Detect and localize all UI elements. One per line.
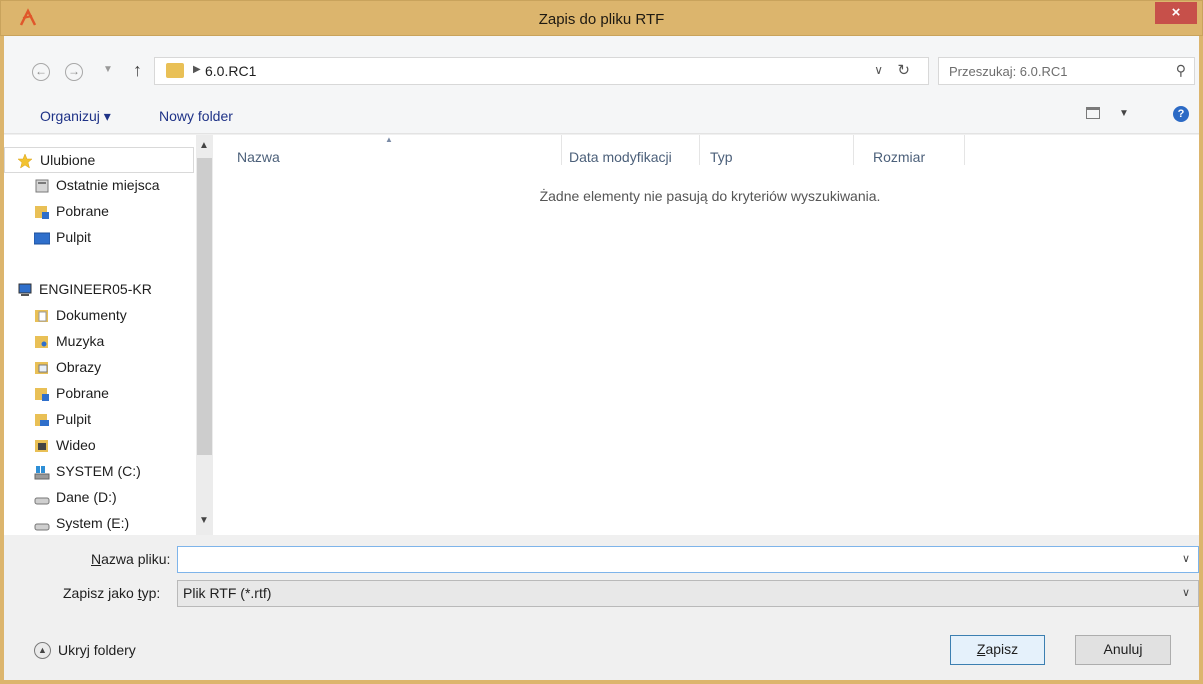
view-options-icon[interactable] [1086,107,1100,119]
column-divider[interactable] [561,135,562,165]
sidebar-item-label: SYSTEM (C:) [56,463,141,479]
desktop-icon [34,232,50,245]
sidebar-item-pictures[interactable]: Obrazy [4,355,194,381]
scroll-down-icon[interactable]: ▼ [199,515,209,526]
sidebar-item-drive-e[interactable]: System (E:) [4,511,194,535]
save-form: Nazwa pliku: ∨ Zapisz jako typ: Plik RTF… [4,535,1199,680]
sidebar-item-label: System (E:) [56,515,130,531]
sidebar-item-recent-places[interactable]: Ostatnie miejsca [4,173,194,199]
chevron-down-icon[interactable]: ∨ [1182,552,1190,565]
forward-button[interactable]: → [65,63,83,81]
pictures-folder-icon [35,362,48,374]
back-button[interactable]: ← [32,63,50,81]
sidebar-item-label: Pulpit [56,229,92,245]
refresh-icon[interactable]: ↻ [897,61,910,79]
star-icon [17,153,33,169]
system-drive-icon [34,466,50,480]
navigation-pane: Ulubione Ostatnie miejsca Pobrane Pulpit… [4,135,196,535]
sidebar-item-label: Dokumenty [56,307,127,323]
filetype-select[interactable]: Plik RTF (*.rtf) ∨ [177,580,1199,607]
sidebar-item-documents[interactable]: Dokumenty [4,303,194,329]
search-input[interactable]: Przeszukaj: 6.0.RC1 ⚲ [938,57,1195,85]
chevron-down-icon[interactable]: ∨ [1182,586,1190,599]
sidebar-item-favorites[interactable]: Ulubione [4,147,194,173]
sidebar-item-drive-c[interactable]: SYSTEM (C:) [4,459,194,485]
view-dropdown-icon[interactable]: ▼ [1119,108,1129,119]
column-header-size[interactable]: Rozmiar [873,149,925,165]
folder-icon [166,63,184,78]
cancel-button[interactable]: Anuluj [1075,635,1171,665]
scroll-up-icon[interactable]: ▲ [199,140,209,151]
sidebar-item-downloads-2[interactable]: Pobrane [4,381,194,407]
column-header-name[interactable]: Nazwa [237,149,280,165]
sidebar-item-label: Pobrane [56,203,109,219]
filename-label: Nazwa pliku: [91,551,171,567]
search-icon[interactable]: ⚲ [1176,62,1186,79]
sidebar-item-desktop[interactable]: Pulpit [4,225,194,251]
empty-results-message: Żadne elementy nie pasują do kryteriów w… [539,188,881,204]
column-divider[interactable] [853,135,854,165]
window-title: Zapis do pliku RTF [538,11,665,28]
downloads-folder-icon [35,388,49,401]
drive-icon [34,497,50,505]
collapse-icon: ▲ [34,642,51,659]
sidebar-item-label: Ulubione [40,152,96,168]
recent-locations-dropdown-icon[interactable]: ▼ [103,64,113,75]
filetype-value: Plik RTF (*.rtf) [183,585,272,601]
save-button[interactable]: Zapisz [950,635,1045,665]
sidebar-item-label: ENGINEER05-KR [39,281,152,297]
downloads-folder-icon [35,206,49,219]
sidebar-item-video[interactable]: Wideo [4,433,194,459]
sort-ascending-icon: ▲ [385,135,393,144]
address-bar[interactable]: ▶ 6.0.RC1 ∨ ↻ [154,57,929,85]
address-dropdown-icon[interactable]: ∨ [874,63,883,77]
recent-places-icon [35,179,49,193]
sidebar-item-label: Wideo [56,437,96,453]
column-divider[interactable] [699,135,700,165]
navigation-scrollbar[interactable]: ▲ ▼ [196,135,213,535]
documents-folder-icon [35,310,48,322]
sidebar-item-label: Pobrane [56,385,109,401]
title-bar: Zapis do pliku RTF × [0,0,1203,36]
sidebar-item-music[interactable]: Muzyka [4,329,194,355]
sidebar-item-label: Dane (D:) [56,489,117,505]
help-icon[interactable]: ? [1173,106,1189,122]
breadcrumb-path[interactable]: 6.0.RC1 [205,63,256,79]
column-header-type[interactable]: Typ [710,149,733,165]
breadcrumb-arrow-icon[interactable]: ▶ [193,64,201,75]
scroll-thumb[interactable] [197,158,212,455]
new-folder-button[interactable]: Nowy folder [159,108,233,124]
sidebar-item-label: Ostatnie miejsca [56,177,160,193]
sidebar-item-label: Obrazy [56,359,102,375]
up-button[interactable]: ↑ [133,60,142,81]
sidebar-item-computer[interactable]: ENGINEER05-KR [4,277,194,303]
computer-icon [18,283,32,296]
column-divider[interactable] [964,135,965,165]
music-folder-icon [35,336,48,348]
column-header-modified[interactable]: Data modyfikacji [569,149,672,165]
file-list: ▲ Nazwa Data modyfikacji Typ Rozmiar Żad… [213,135,1199,535]
navigation-bar: ← → ▼ ↑ ▶ 6.0.RC1 ∨ ↻ Przeszukaj: 6.0.RC… [4,36,1199,96]
filetype-label: Zapisz jako typ: [63,585,161,601]
filename-field[interactable]: ∨ [177,546,1199,573]
search-placeholder: Przeszukaj: 6.0.RC1 [949,64,1068,79]
organize-button[interactable]: Organizuj ▾ [40,108,111,125]
hide-folders-label: Ukryj foldery [58,642,136,658]
sidebar-item-downloads[interactable]: Pobrane [4,199,194,225]
close-button[interactable]: × [1155,2,1197,24]
sidebar-item-label: Muzyka [56,333,105,349]
command-toolbar: Organizuj ▾ Nowy folder ▼ ? [4,96,1199,134]
video-folder-icon [35,440,48,452]
desktop-folder-icon [35,414,49,426]
sidebar-item-drive-d[interactable]: Dane (D:) [4,485,194,511]
sidebar-item-label: Pulpit [56,411,92,427]
drive-icon [34,523,50,531]
sidebar-item-desktop-2[interactable]: Pulpit [4,407,194,433]
